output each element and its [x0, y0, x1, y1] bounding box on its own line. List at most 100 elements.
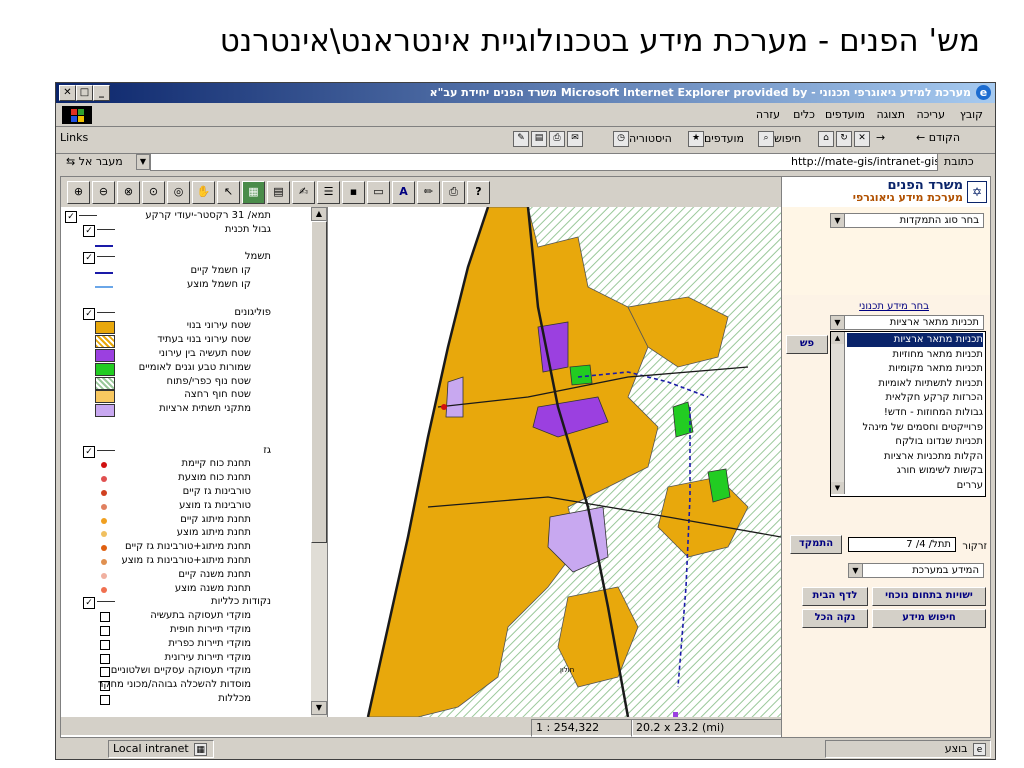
list-scroll-down-icon[interactable]: ▼ [831, 482, 844, 494]
history-button[interactable]: ◷ היסטוריה [611, 131, 672, 147]
fill-symbol-icon [95, 349, 115, 362]
zoom-out-icon[interactable]: ⊖ [92, 181, 115, 204]
search-info-button[interactable]: חיפוש מידע [872, 609, 986, 628]
focus-type-select[interactable]: ▼ בחר סוג התמקדות [830, 213, 984, 228]
layers-icon[interactable]: ☰ [317, 181, 340, 204]
pointer-icon[interactable]: ↖ [217, 181, 240, 204]
scroll-up-icon[interactable]: ▲ [311, 207, 327, 221]
list-scroll-up-icon[interactable]: ▲ [831, 332, 844, 344]
listbox-item[interactable]: פרוייקטים וחסמים של מינהל [847, 421, 983, 435]
listbox-item[interactable]: בקשות לשימוש חורג [847, 464, 983, 478]
address-dropdown-icon[interactable]: ▼ [136, 154, 150, 170]
clear-all-button[interactable]: נקה הכל [802, 609, 868, 628]
legend-row: טורבינות גז מוצע [61, 500, 311, 514]
hidden-button[interactable]: פש [786, 335, 828, 354]
menu-tools[interactable]: כלים [793, 108, 815, 121]
edit-icon[interactable]: ✎ [513, 131, 529, 147]
menu-help[interactable]: עזרה [756, 108, 780, 121]
plan-type-select[interactable]: ▼ תכניות מתאר ארציות [830, 315, 984, 330]
focus-button[interactable]: התמקד [790, 535, 842, 554]
listbox-item[interactable]: עררים [847, 479, 983, 493]
listbox-scrollbar[interactable]: ▲ ▼ [831, 332, 845, 494]
map-canvas[interactable]: חולון [328, 207, 781, 717]
layer-checkbox[interactable]: ✓ [83, 307, 95, 320]
plan-type-listbox[interactable]: ▲ ▼ תכניות מתאר ארציות תכניות מתאר מחוזיו… [830, 331, 986, 497]
home-icon[interactable]: ⌂ [818, 131, 834, 147]
text-tool-icon[interactable]: A [392, 181, 415, 204]
print-icon[interactable]: ⎙ [549, 131, 565, 147]
zoom-input[interactable]: תתל/ 4/ 7 [848, 537, 956, 552]
layer-checkbox[interactable]: ✓ [83, 224, 95, 237]
legend-row: מוסדות להשכלה גבוהה/מכוני מחקר [61, 679, 311, 693]
close-button[interactable]: ✕ [59, 85, 76, 101]
go-button[interactable]: ⇆ מעבר אל [66, 155, 123, 168]
scroll-down-icon[interactable]: ▼ [311, 701, 327, 715]
links-label[interactable]: Links [60, 131, 88, 144]
layer-checkbox[interactable]: ✓ [83, 252, 95, 265]
menu-view[interactable]: תצוגה [877, 108, 905, 121]
layer-checkbox[interactable]: ✓ [83, 597, 95, 610]
poi-symbol-icon [100, 612, 110, 623]
back-button[interactable]: ← הקודם [916, 131, 960, 144]
address-input[interactable]: http://mate-gis/intranet-gis/ e [150, 153, 938, 171]
maximize-button[interactable]: □ [76, 85, 93, 101]
legend-label: תחנת משנה מוצע [174, 582, 251, 594]
help-icon[interactable]: ? [467, 181, 490, 204]
power-station-marker[interactable] [441, 404, 447, 410]
map-view[interactable]: חולון [328, 207, 781, 717]
entities-button[interactable]: ישויות בתחום נוכחי [872, 587, 986, 606]
info-select[interactable]: ▼ המידע במערכת [848, 563, 984, 578]
zoom-previous-icon[interactable]: ◎ [167, 181, 190, 204]
plan-info-link[interactable]: בחר מידע תכנוני [859, 301, 929, 312]
layer-checkbox[interactable]: ✓ [83, 445, 95, 458]
listbox-item[interactable]: גבולות המחוזות - חדש! [847, 406, 983, 420]
listbox-item[interactable]: הכרזות קרקע חקלאית [847, 391, 983, 405]
menu-favorites[interactable]: מועדפים [825, 108, 865, 121]
menu-file[interactable]: קובץ [960, 108, 983, 121]
layer-group-icon [97, 311, 115, 318]
legend-label: מוקדי תעסוקה בתעשיה [150, 610, 251, 622]
query-icon[interactable]: ✍ [292, 181, 315, 204]
select-box-icon[interactable]: ▭ [367, 181, 390, 204]
listbox-item[interactable]: תכניות לתשתיות לאומיות [847, 377, 983, 391]
legend-row: מוקדי תיירות כפרית [61, 638, 311, 652]
overview-map-icon[interactable]: ▦ [242, 181, 265, 204]
zoom-full-icon[interactable]: ⊗ [117, 181, 140, 204]
fill-symbol-icon [95, 362, 115, 376]
legend-label: פוליגונים [234, 306, 271, 318]
mail-icon[interactable]: ✉ [567, 131, 583, 147]
legend-row: שטח תעשיה בין עירוני [61, 348, 311, 362]
identify-icon[interactable]: ▤ [267, 181, 290, 204]
forward-button[interactable]: → [876, 131, 885, 144]
listbox-item[interactable]: תכניות מתאר מחוזיות [847, 348, 984, 362]
stop-icon[interactable]: ✕ [854, 131, 870, 147]
listbox-item[interactable]: תכניות שנדונו בולקח [847, 435, 983, 449]
home-page-button[interactable]: לדף הבית [802, 587, 868, 606]
legend-scrollbar[interactable]: ▲ ▼ [311, 207, 327, 717]
layer-checkbox[interactable]: ✓ [65, 211, 77, 223]
legend-row: תחנת מיתוג קיים [61, 514, 311, 528]
legend-row: מוקדי תעסוקה בתעשיה [61, 610, 311, 624]
listbox-item[interactable]: תכניות מתאר ארציות [847, 333, 983, 347]
scroll-thumb[interactable] [311, 221, 327, 543]
search-button[interactable]: ⌕ חיפוש [756, 131, 801, 147]
listbox-item[interactable]: תכניות מתאר מקומיות [847, 362, 983, 376]
draw-icon[interactable]: ✏ [417, 181, 440, 204]
infrastructure-area-2 [445, 376, 464, 418]
minimize-button[interactable]: _ [93, 85, 110, 101]
favorites-button[interactable]: ★ מועדפים [686, 131, 744, 147]
point-symbol-icon [101, 476, 107, 483]
menu-edit[interactable]: עריכה [916, 108, 945, 121]
legend-label: תחנת משנה קיים [178, 568, 251, 580]
ministry-logo: ✡ משרד הפנים מערכת מידע גיאוגרפי [782, 177, 990, 207]
zoom-in-icon[interactable]: ⊕ [67, 181, 90, 204]
zoom-active-icon[interactable]: ⊙ [142, 181, 165, 204]
discuss-icon[interactable]: ▤ [531, 131, 547, 147]
legend-label: שטח חוף רחצה [184, 389, 251, 401]
save-icon[interactable]: ▪ [342, 181, 365, 204]
refresh-icon[interactable]: ↻ [836, 131, 852, 147]
legend-row: תחנת משנה מוצע [61, 583, 311, 597]
listbox-item[interactable]: הקלות מתכניות ארציות [847, 450, 983, 464]
print-map-icon[interactable]: ⎙ [442, 181, 465, 204]
pan-hand-icon[interactable]: ✋ [192, 181, 215, 204]
